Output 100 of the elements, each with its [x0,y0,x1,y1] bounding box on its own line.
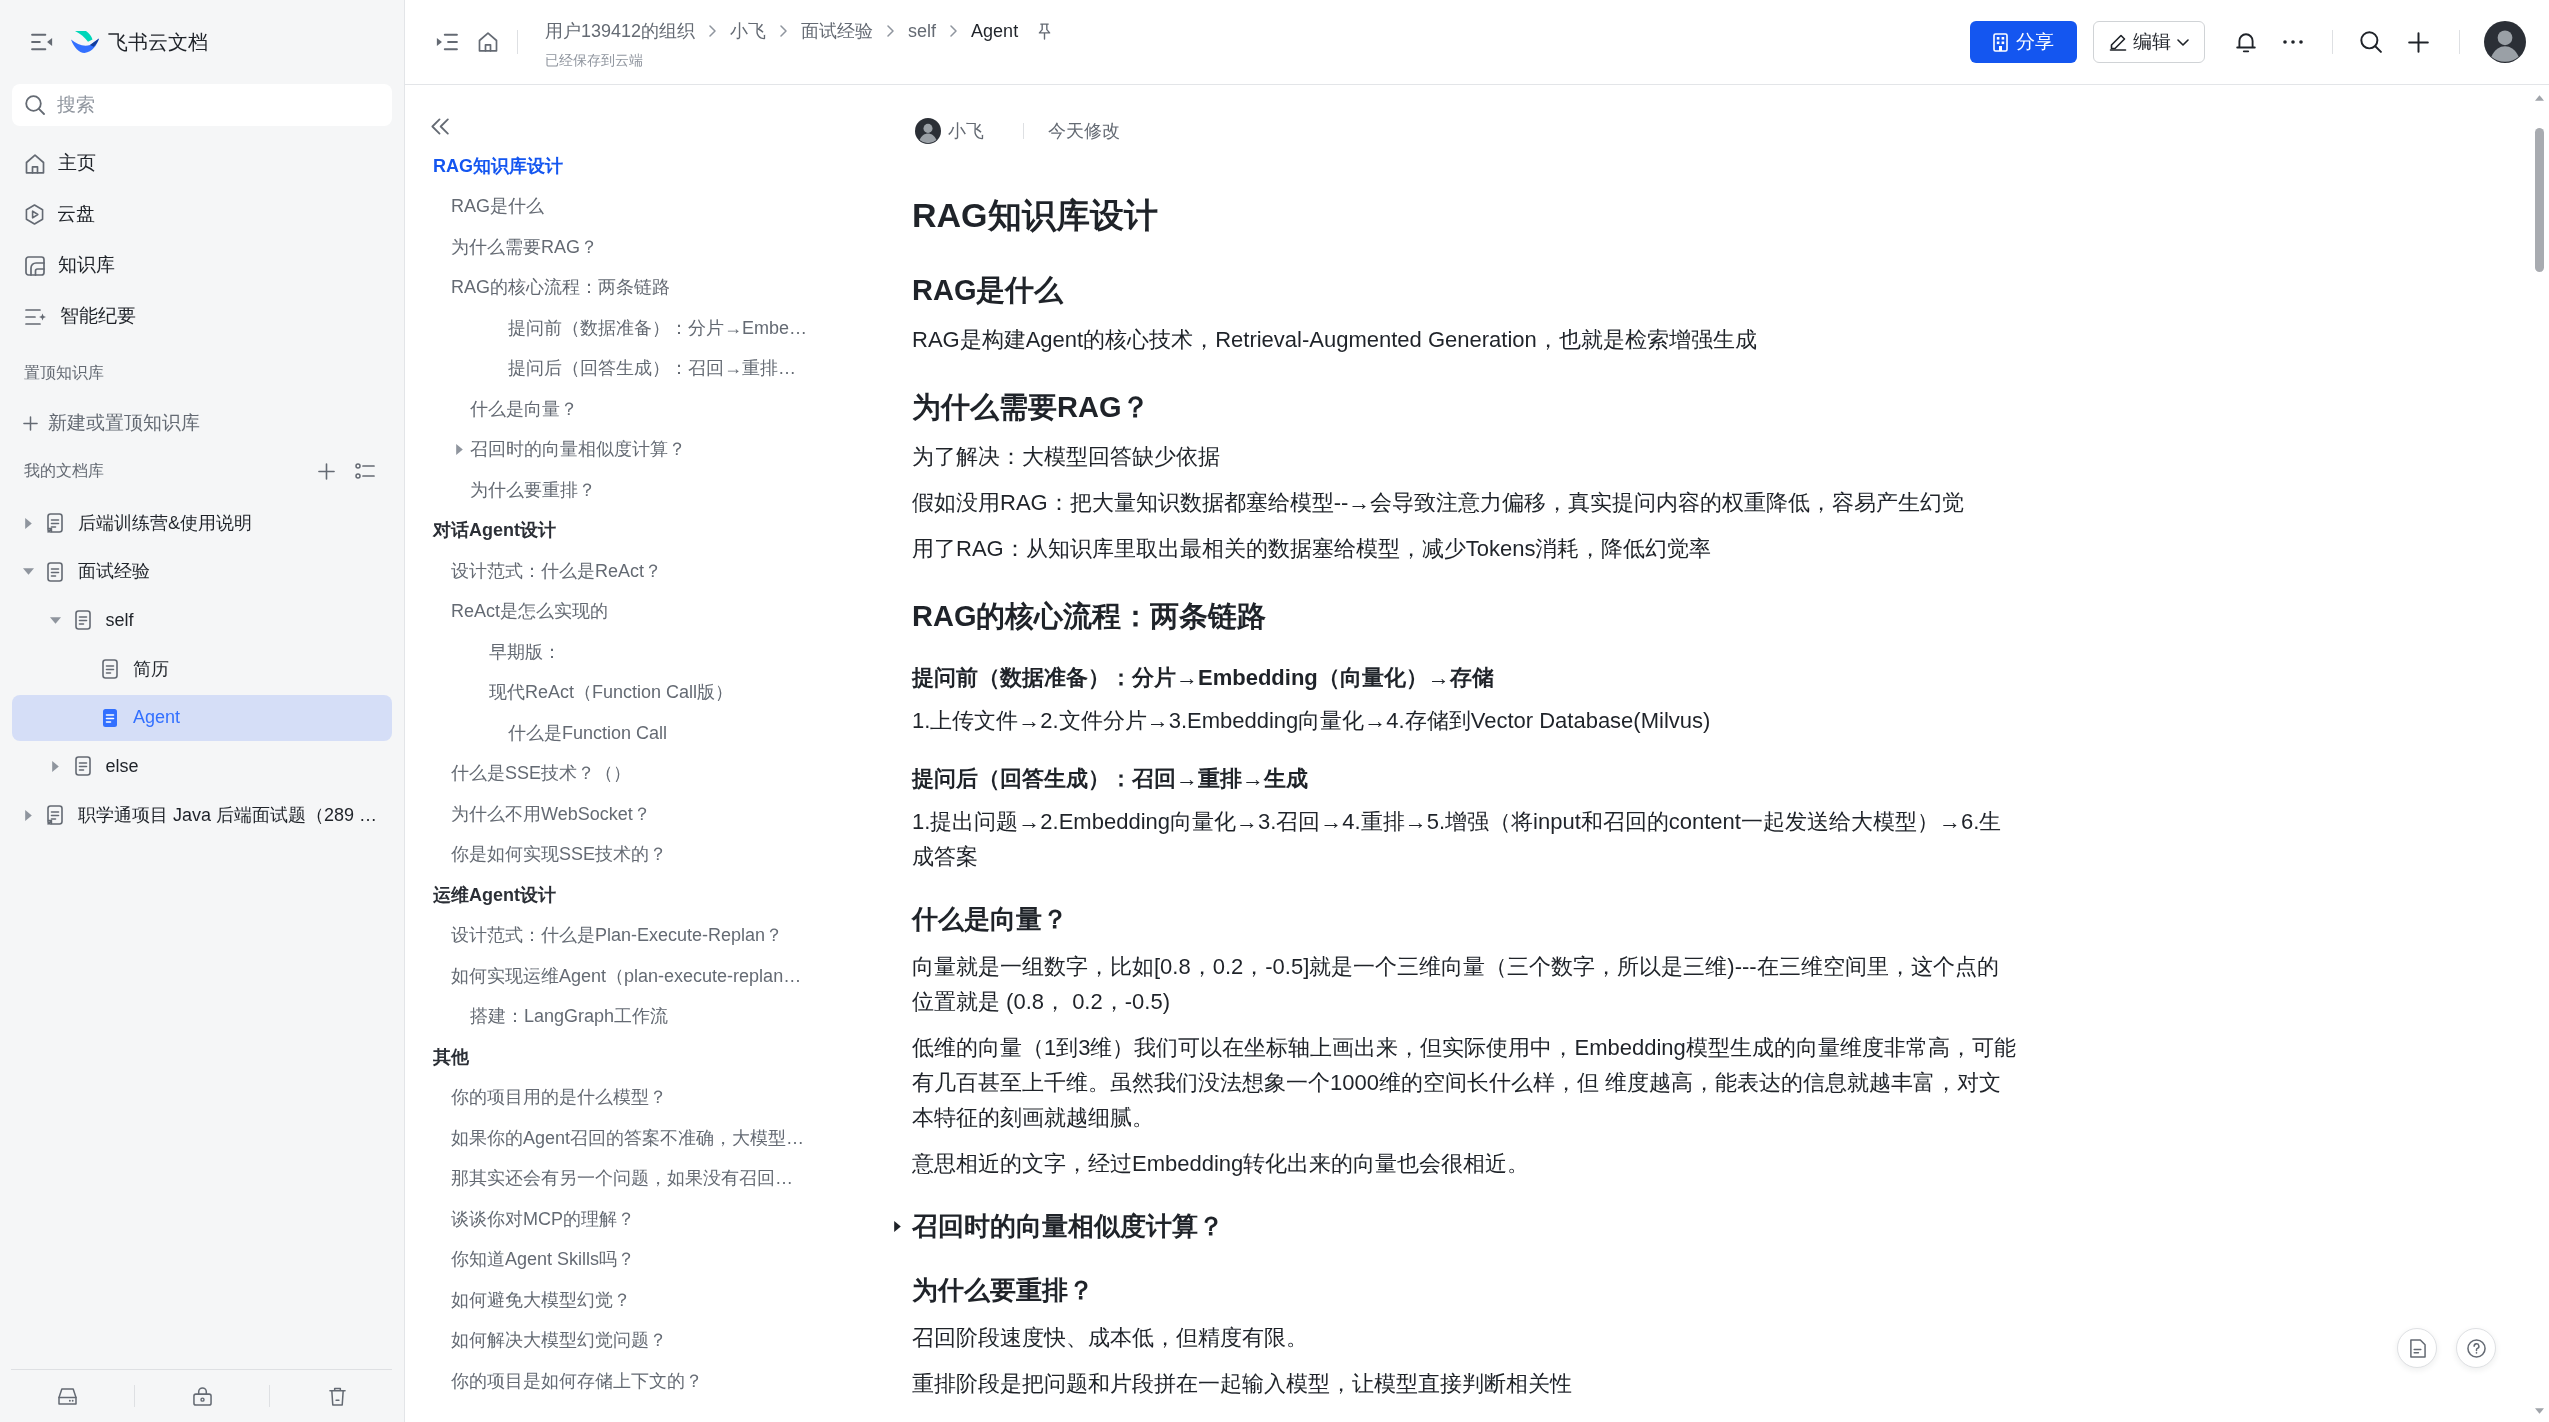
caret-down-icon[interactable] [50,616,61,624]
search-icon [25,95,45,115]
subheading: 提问前（数据准备）：分片→Embedding（向量化）→存储 [912,664,1494,692]
bullet-list-icon[interactable] [355,462,375,480]
tree-item[interactable]: 职学通项目 Java 后端面试题（289 … [12,792,392,839]
paragraph: 召回阶段速度快、成本低，但精度有限。 [912,1324,1308,1352]
outline-item[interactable]: 设计范式：什么是ReAct？ [451,557,663,585]
outline-item[interactable]: 其他 [433,1043,469,1071]
tree-item[interactable]: else [12,743,392,790]
outline-item[interactable]: 如何实现运维Agent（plan-execute-replan… [451,962,802,990]
document-shortcut-icon [47,513,63,533]
home-icon [25,153,45,174]
chevron-down-icon [2177,38,2189,46]
caret-right-icon[interactable] [894,1220,901,1232]
outline-item[interactable]: 提问前（数据准备）：分片→Embe… [508,314,808,342]
nav-item[interactable]: 主页 [12,138,392,189]
outline-item[interactable]: 为什么需要RAG？ [451,233,598,261]
paragraph: 1.上传文件→2.文件分片→3.Embedding向量化→4.存储到Vector Database(Milvus) [912,707,1711,735]
outline-item[interactable]: 搭建：LangGraph工作流 [470,1003,669,1031]
heading: 召回时的向量相似度计算？ [912,1210,1224,1243]
outline-item[interactable]: 现代ReAct（Function Call版） [489,679,734,707]
list-collapse-icon[interactable] [31,33,53,51]
outline-item[interactable]: 你的项目用的是什么模型？ [451,1084,667,1112]
nav-item[interactable]: 云盘 [12,189,392,240]
author-name[interactable]: 小飞 [948,117,984,145]
section-label: 置顶知识库 [23,363,105,383]
breadcrumb-link[interactable]: 面试经验 [801,17,874,45]
chevron-right-icon [709,25,717,37]
search-field[interactable]: 搜索 [12,84,392,126]
pin-icon[interactable] [1038,22,1052,40]
paragraph: 用了RAG：从知识库里取出最相关的数据塞给模型，减少Tokens消耗，降低幻觉率 [912,535,1712,563]
outline-item[interactable]: 如何解决大模型幻觉问题？ [451,1327,667,1355]
outline-item[interactable]: 召回时的向量相似度计算？ [470,436,686,464]
outline-item[interactable]: 早期版： [489,638,561,666]
nav-item[interactable]: 知识库 [12,240,392,291]
paragraph: 重排阶段是把问题和片段拼在一起输入模型，让模型直接判断相关性 [912,1370,1572,1398]
paragraph: 1.提出问题→2.Embedding向量化→3.召回→4.重排→5.增强（将input和召回的content一起发送给大模型）→6.生成答案 [912,808,2003,871]
new-library-button[interactable]: 新建或置顶知识库 [12,404,392,442]
outline-item[interactable]: 谈谈你对MCP的理解？ [451,1205,635,1233]
outline-item[interactable]: 什么是向量？ [470,395,578,423]
outline-item[interactable]: 为什么要重排？ [470,476,596,504]
tree-item[interactable]: 后端训练营&使用说明 [12,500,392,546]
outline-item[interactable]: 如何避免大模型幻觉？ [451,1286,631,1314]
lock-icon[interactable] [192,1386,212,1406]
share-button[interactable]: 分享 [1970,21,2077,63]
caret-down-icon[interactable] [22,568,34,576]
document-icon [74,610,91,631]
pencil-icon [2109,33,2127,51]
tree-item[interactable]: Agent [12,694,392,741]
tree-item[interactable]: 简历 [12,646,392,693]
edit-button[interactable]: 编辑 [2093,21,2205,63]
outline-item[interactable]: 提问后（回答生成）：召回→重排… [508,355,796,383]
double-chevron-left-icon[interactable] [430,117,449,135]
section-label: 我的文档库 [24,461,104,481]
notes-button[interactable] [2397,1328,2437,1368]
chevron-right-icon [887,25,895,37]
outline-item[interactable]: RAG知识库设计 [433,152,563,180]
breadcrumb-link[interactable]: Agent [971,17,1019,45]
plus-icon [23,415,38,431]
help-button[interactable] [2456,1328,2496,1368]
square-arc-icon [25,255,45,276]
paragraph: 假如没用RAG：把大量知识数据都塞给模型--→会导致注意力偏移，真实提问内容的权重降低，容易产生幻觉 [912,489,1965,517]
outline-item[interactable]: 对话Agent设计 [433,517,556,545]
outline-item[interactable]: 什么是Function Call [508,719,668,747]
home-icon[interactable] [478,32,498,52]
heading: RAG是什么 [912,273,1064,308]
outline-item[interactable]: 为什么不用WebSocket？ [451,800,651,828]
outline-item[interactable]: RAG的核心流程：两条链路 [451,274,670,302]
outline-item[interactable]: 你是如何实现SSE技术的？ [451,841,668,869]
outline-item[interactable]: 设计范式：什么是Plan-Execute-Replan？ [451,922,784,950]
paragraph: 向量就是一组数字，比如[0.8，0.2，-0.5]就是一个三维向量（三个数字，所以是三维)---在三维空间里，这个点的位置就是 (0.8， 0.2，-0.5) [912,953,2000,1016]
outline-item[interactable]: ReAct是怎么实现的 [451,598,609,626]
outline-toggle-icon[interactable] [436,33,458,51]
scrollbar-thumb[interactable] [2535,128,2544,272]
outline-item[interactable]: 你知道Agent Skills吗？ [451,1246,636,1274]
bell-icon[interactable] [2236,31,2256,53]
heading: RAG的核心流程：两条链路 [912,599,1267,634]
outline-item[interactable]: 什么是SSE技术？（） [451,760,632,788]
breadcrumb-link[interactable]: 小飞 [730,17,767,45]
app-name: 飞书云文档 [108,30,208,55]
hexagon-play-icon [25,204,44,225]
outline-item[interactable]: 运维Agent设计 [433,881,556,909]
hard-drive-icon[interactable] [57,1387,77,1405]
outline-item[interactable]: 如果你的Agent召回的答案不准确，大模型… [451,1124,805,1152]
breadcrumb-link[interactable]: 用户139412的组织 [545,17,696,45]
trash-icon[interactable] [328,1386,346,1406]
document-title: RAG知识库设计 [912,195,1158,236]
plus-icon[interactable] [2408,31,2429,53]
heading: 为什么要重排？ [912,1274,1094,1307]
nav-item[interactable]: 智能纪要 [12,291,392,342]
more-icon[interactable] [2283,40,2303,44]
tree-item[interactable]: self [12,597,392,644]
outline-item[interactable]: 你的项目是如何存储上下文的？ [451,1367,703,1395]
search-icon[interactable] [2360,31,2382,53]
user-avatar[interactable] [2484,21,2526,63]
breadcrumb-link[interactable]: self [908,17,937,45]
paragraph: 低维的向量（1到3维）我们可以在坐标轴上画出来，但实际使用中，Embedding模型生成的向量维度非常高，可能有几百甚至上千维。虽然我们没法想象一个1000维的空间长什么样，但 维度越高，能表达的信息就越丰富，对文本特征的刻画就越细腻。 [912,1034,2017,1132]
tree-item[interactable]: 面试经验 [12,548,392,595]
outline-item[interactable]: RAG是什么 [451,193,544,221]
outline-item[interactable]: 那其实还会有另一个问题，如果没有召回… [451,1165,793,1193]
